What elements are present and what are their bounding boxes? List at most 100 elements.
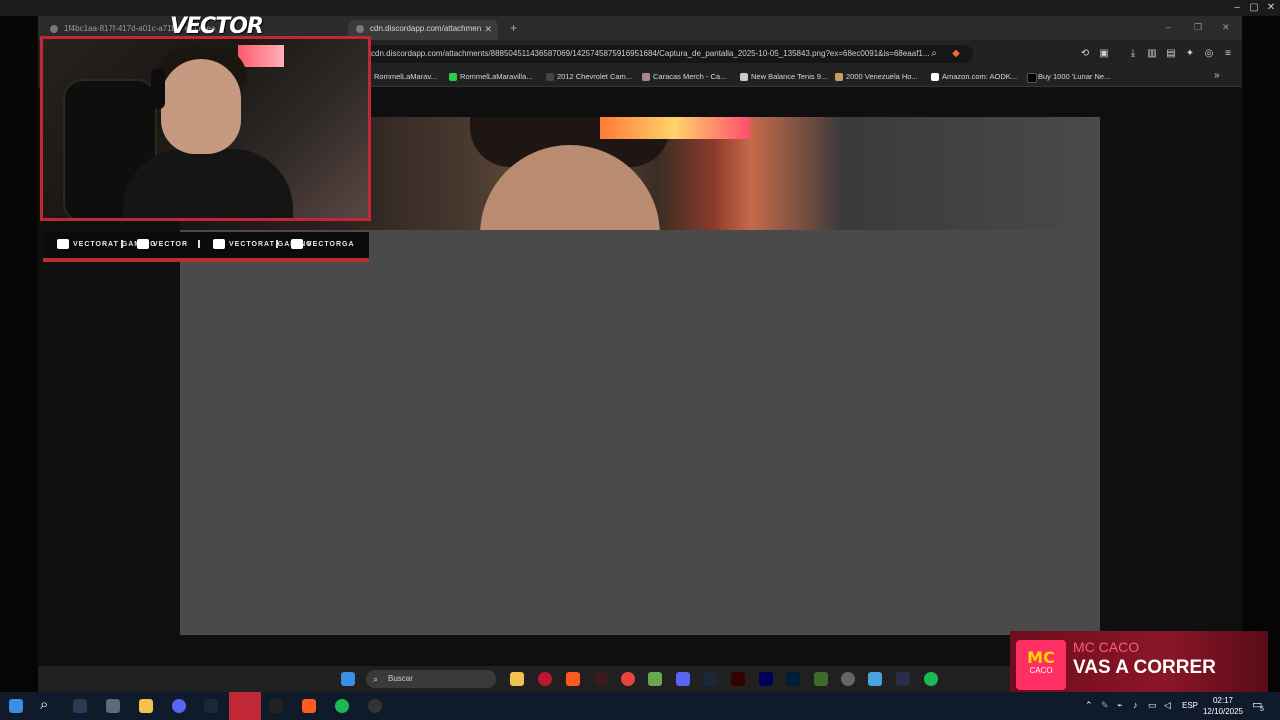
album-art-subtext: CACO (1029, 666, 1053, 675)
bookmark-item[interactable]: 2012 Chevrolet Cam... (546, 70, 632, 84)
usb-icon[interactable]: ⌁ (1117, 700, 1122, 711)
now-playing-overlay: MC CACO MC CACO VAS A CORRER (1010, 631, 1268, 693)
streamer-face (161, 59, 241, 154)
sidebar-icon[interactable]: ▥ (1146, 48, 1158, 60)
youtube-icon (57, 239, 69, 250)
zoom-icon[interactable]: ⌕ (928, 48, 940, 60)
discord-icon[interactable] (676, 672, 690, 686)
windows-start-icon[interactable] (9, 699, 23, 713)
notification-count: 5 (1260, 706, 1264, 713)
bookmark-label: Caracas Merch - Ca... (653, 72, 727, 81)
bookmark-label: Amazon.com: AODK... (942, 72, 1018, 81)
illustrator-icon[interactable] (731, 672, 745, 686)
windows-start-icon[interactable] (341, 672, 355, 686)
microphone-icon[interactable]: ♪ (1133, 700, 1138, 710)
steam-icon[interactable] (703, 672, 717, 686)
pen-icon[interactable]: ✎ (1101, 700, 1109, 711)
bookmark-item[interactable]: Amazon.com: AODK... (931, 70, 1017, 84)
inner-search-box[interactable]: ⌕ Buscar (366, 670, 496, 688)
bookmark-favicon-icon (642, 73, 650, 81)
search-placeholder: Buscar (388, 674, 413, 683)
url-text: cdn.discordapp.com/attachments/888504511… (371, 49, 930, 58)
bookmark-favicon-icon (546, 73, 554, 81)
bookmark-item[interactable]: Caracas Merch - Ca... (642, 70, 726, 84)
track-artist: MC CACO (1073, 639, 1140, 655)
divider (198, 240, 200, 248)
epic-games-icon[interactable] (269, 699, 283, 713)
brave-icon[interactable] (566, 672, 580, 686)
bookmark-item[interactable]: RommelLaMaravilla... (449, 70, 533, 84)
premiere-icon[interactable] (759, 672, 773, 686)
discord-icon[interactable] (172, 699, 186, 713)
steam-icon[interactable] (204, 699, 218, 713)
file-explorer-icon[interactable] (139, 699, 153, 713)
clock-time[interactable]: 02:17 (1206, 696, 1240, 705)
minimize-icon[interactable]: – (1228, 0, 1246, 16)
spotify-icon[interactable] (924, 672, 938, 686)
opera-icon[interactable] (538, 672, 552, 686)
clock-date[interactable]: 12/10/2025 (1200, 707, 1246, 716)
headset (151, 69, 165, 109)
task-view-icon[interactable] (73, 699, 87, 713)
app-green-icon[interactable] (648, 672, 662, 686)
browser-close-icon[interactable]: ✕ (1222, 22, 1230, 33)
volume-icon[interactable]: ◁ (1164, 700, 1171, 711)
menu-icon[interactable]: ≡ (1222, 48, 1234, 60)
album-art-text: MC (1027, 648, 1055, 667)
vector-logo: VECTOR (170, 14, 264, 39)
app-icon[interactable] (594, 672, 608, 686)
bookmark-label: 2012 Chevrolet Cam... (557, 72, 633, 81)
search-icon[interactable]: ⌕ (40, 696, 48, 713)
file-explorer-icon[interactable] (510, 672, 524, 686)
album-art: MC CACO (1016, 640, 1066, 690)
webcam-overlay (40, 36, 371, 221)
obs-icon[interactable] (841, 672, 855, 686)
leo-ai-icon[interactable]: ✦ (1184, 48, 1196, 60)
tray-overflow-icon[interactable]: ⌃ (1085, 700, 1093, 711)
globe-icon (50, 25, 58, 33)
bookmark-item[interactable]: RommelLaMarav... (363, 70, 437, 84)
windows-taskbar: ⌕ ⌃ ✎ ⌁ ♪ ▭ ◁ ESP 02:17 12/10/2025 ▭ 5 (0, 692, 1280, 720)
bookmark-label: RommelLaMarav... (374, 72, 437, 81)
close-tab-icon[interactable]: ✕ (484, 20, 492, 38)
close-icon[interactable]: ✕ (1262, 0, 1280, 16)
bookmark-label: Buy 1000 'Lunar Ne... (1038, 72, 1111, 81)
url-bar[interactable]: cdn.discordapp.com/attachments/888504511… (363, 45, 973, 63)
browser-restore-icon[interactable]: ❐ (1194, 22, 1202, 33)
app-arrow-icon[interactable] (814, 672, 828, 686)
reader-icon[interactable]: ▣ (1098, 48, 1110, 60)
bookmark-item[interactable]: 2000 Venezuela Ho... (835, 70, 918, 84)
social-label: VECTORGA (307, 241, 355, 248)
vpn-icon[interactable]: ◎ (1203, 48, 1215, 60)
divider (276, 240, 278, 248)
search-icon: ⌕ (373, 674, 379, 684)
language-indicator[interactable]: ESP (1182, 701, 1198, 710)
chrome-icon[interactable] (621, 672, 635, 686)
obs-icon[interactable] (368, 699, 382, 713)
link-icon (356, 25, 364, 33)
track-title: VAS A CORRER (1073, 657, 1216, 678)
copilot-icon[interactable] (868, 672, 882, 686)
brave-icon[interactable] (302, 699, 316, 713)
new-tab-button[interactable]: + (510, 21, 517, 35)
extension-icon[interactable]: ⟲ (1079, 48, 1091, 60)
maximize-icon[interactable]: ▢ (1245, 0, 1263, 16)
bookmark-item[interactable]: New Balance Tenis 9... (740, 70, 827, 84)
wallet-icon[interactable]: ▤ (1165, 48, 1177, 60)
network-icon[interactable]: ▭ (1148, 700, 1157, 711)
bookmark-item[interactable]: Buy 1000 'Lunar Ne... (1027, 70, 1110, 84)
active-app-icon[interactable] (229, 692, 261, 720)
twitter-icon (213, 239, 225, 250)
bookmarks-overflow-button[interactable]: » (1214, 70, 1220, 81)
social-label: VECTOR (153, 241, 189, 248)
spotify-icon[interactable] (335, 699, 349, 713)
download-icon[interactable]: ⤓ (1127, 48, 1139, 60)
instagram-icon (291, 239, 303, 250)
app-window-icon[interactable] (106, 699, 120, 713)
photoshop-icon[interactable] (786, 672, 800, 686)
browser-minimize-icon[interactable]: – (1166, 22, 1171, 32)
bookmark-label: 2000 Venezuela Ho... (846, 72, 918, 81)
app-shield-icon[interactable] (896, 672, 910, 686)
brave-shield-icon[interactable]: ◆ (950, 48, 962, 60)
divider (121, 240, 123, 248)
